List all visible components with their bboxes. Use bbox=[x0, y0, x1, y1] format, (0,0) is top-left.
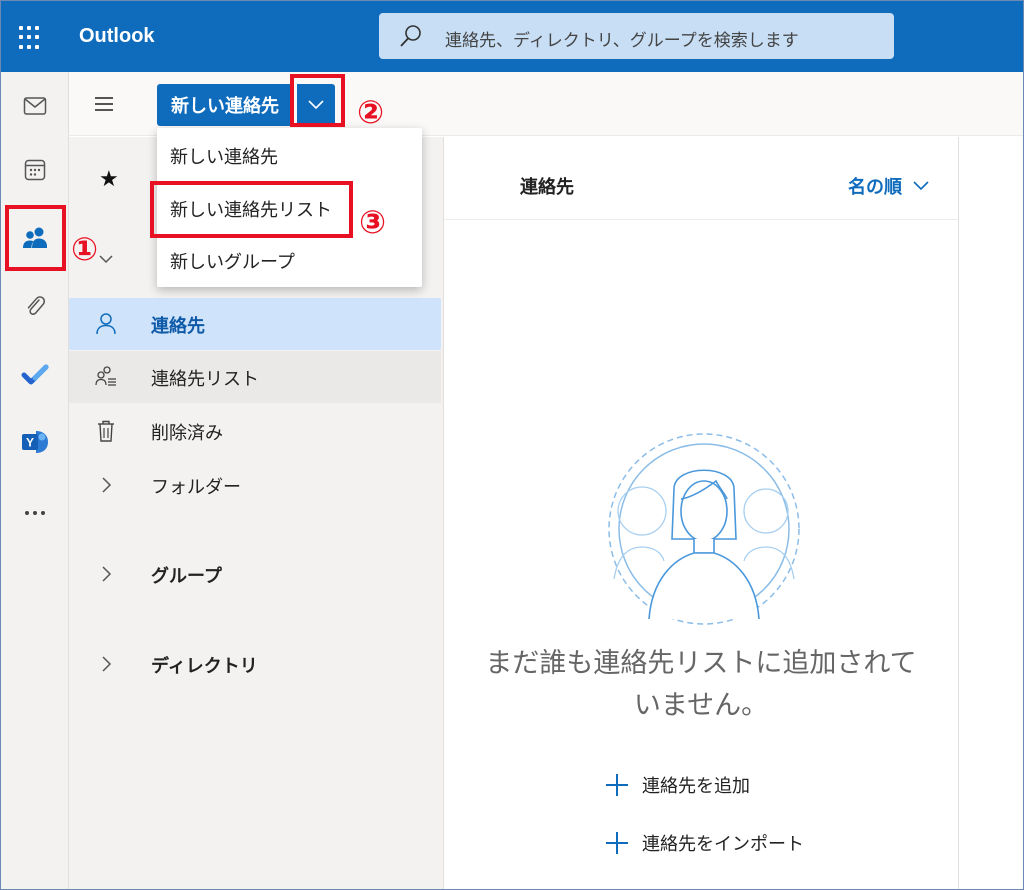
todo-icon bbox=[21, 364, 49, 385]
rail-mail[interactable] bbox=[1, 80, 69, 132]
people-icon bbox=[23, 227, 47, 248]
reading-pane bbox=[959, 137, 1023, 889]
contact-list-icon bbox=[95, 366, 116, 386]
more-icon bbox=[25, 511, 45, 515]
import-contacts-label: 連絡先をインポート bbox=[642, 834, 804, 855]
folder-groups-label: グループ bbox=[151, 566, 222, 587]
annotation-number-3: ③ bbox=[359, 203, 387, 241]
chevron-right-icon bbox=[102, 656, 112, 672]
plus-icon bbox=[606, 774, 628, 796]
hamburger-icon[interactable] bbox=[95, 97, 113, 111]
add-contact-button[interactable]: 連絡先を追加 bbox=[606, 770, 750, 800]
folder-deleted-label: 削除済み bbox=[151, 423, 223, 444]
rail-more[interactable] bbox=[1, 487, 69, 539]
folder-folders-label: フォルダー bbox=[151, 477, 241, 498]
folder-contact-lists[interactable]: 連絡先リスト bbox=[69, 351, 441, 403]
search-icon bbox=[400, 25, 421, 47]
rail-yammer[interactable]: Y bbox=[1, 416, 69, 468]
empty-contacts-illustration bbox=[608, 433, 800, 625]
plus-icon bbox=[606, 832, 628, 854]
app-launcher-icon[interactable] bbox=[19, 26, 43, 50]
import-contacts-button[interactable]: 連絡先をインポート bbox=[606, 828, 804, 858]
folder-directory[interactable]: ディレクトリ bbox=[69, 638, 441, 690]
rail-todo[interactable] bbox=[1, 349, 69, 401]
search-input[interactable]: 連絡先、ディレクトリ、グループを検索します bbox=[445, 26, 799, 51]
folder-deleted[interactable]: 削除済み bbox=[69, 405, 441, 457]
top-bar: Outlook 連絡先、ディレクトリ、グループを検索します bbox=[1, 1, 1023, 72]
chevron-down-icon bbox=[913, 181, 929, 191]
person-icon bbox=[96, 313, 116, 335]
command-bar: 新しい連絡先 bbox=[69, 72, 1023, 136]
contacts-list-pane: 連絡先 名の順 まだ誰も連絡先リストに追加されて いません。 連絡先を追加 連絡… bbox=[443, 137, 959, 889]
chevron-down-icon bbox=[99, 255, 113, 264]
menu-item-new-contact[interactable]: 新しい連絡先 bbox=[157, 130, 422, 182]
chevron-right-icon bbox=[102, 477, 112, 493]
calendar-icon bbox=[24, 159, 46, 181]
mail-icon bbox=[23, 97, 47, 115]
attachment-icon bbox=[27, 296, 45, 315]
rail-people[interactable] bbox=[1, 212, 69, 264]
annotation-number-2: ② bbox=[357, 93, 385, 131]
folder-contacts[interactable]: 連絡先 bbox=[69, 298, 441, 350]
chevron-right-icon bbox=[102, 566, 112, 582]
svg-text:Y: Y bbox=[26, 436, 34, 450]
new-contact-dropdown-button[interactable] bbox=[297, 84, 335, 126]
empty-message: まだ誰も連絡先リストに追加されて いません。 bbox=[464, 643, 938, 727]
new-contact-button[interactable]: 新しい連絡先 bbox=[157, 84, 293, 126]
folder-directory-label: ディレクトリ bbox=[151, 656, 258, 677]
folder-groups[interactable]: グループ bbox=[69, 548, 441, 600]
chevron-down-icon bbox=[308, 100, 324, 110]
menu-item-new-group[interactable]: 新しいグループ bbox=[157, 235, 422, 287]
list-title: 連絡先 bbox=[520, 177, 574, 198]
folder-contact-lists-label: 連絡先リスト bbox=[151, 369, 259, 390]
trash-icon bbox=[98, 420, 114, 442]
sort-label: 名の順 bbox=[848, 177, 902, 198]
empty-message-line2: いません。 bbox=[633, 690, 769, 721]
folder-folders[interactable]: フォルダー bbox=[69, 459, 441, 511]
annotation-number-1: ① bbox=[71, 230, 99, 268]
search-box[interactable]: 連絡先、ディレクトリ、グループを検索します bbox=[379, 13, 894, 59]
add-contact-label: 連絡先を追加 bbox=[642, 776, 750, 797]
empty-message-line1: まだ誰も連絡先リストに追加されて bbox=[485, 648, 917, 679]
yammer-icon: Y bbox=[22, 431, 48, 453]
folder-contacts-label: 連絡先 bbox=[151, 316, 205, 337]
app-title[interactable]: Outlook bbox=[79, 25, 155, 48]
list-header: 連絡先 名の順 bbox=[444, 137, 958, 220]
star-icon[interactable]: ★ bbox=[99, 167, 119, 192]
outlook-window: Outlook 連絡先、ディレクトリ、グループを検索します Y 新しい連絡先 ★… bbox=[0, 0, 1024, 890]
app-rail: Y bbox=[1, 72, 69, 889]
rail-files[interactable] bbox=[1, 280, 69, 332]
sort-button[interactable]: 名の順 bbox=[848, 173, 930, 199]
rail-calendar[interactable] bbox=[1, 144, 69, 196]
